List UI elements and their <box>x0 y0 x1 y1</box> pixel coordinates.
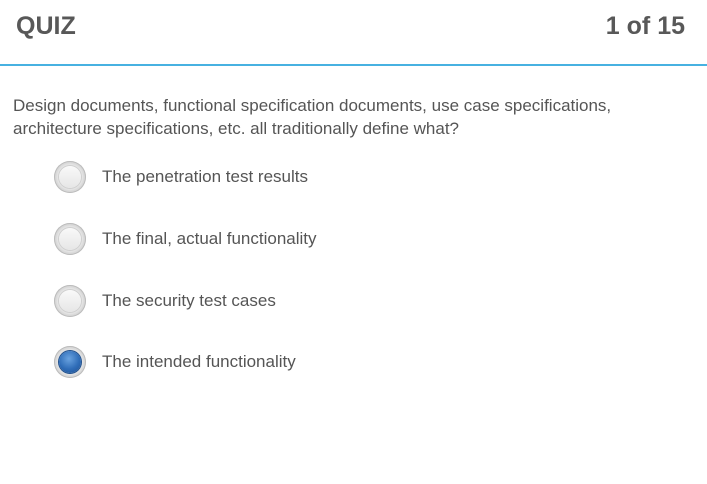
radio-button-3[interactable] <box>54 285 86 317</box>
quiz-title: QUIZ <box>16 12 76 40</box>
choice-option-3[interactable]: The security test cases <box>54 284 654 318</box>
choice-option-2[interactable]: The final, actual functionality <box>54 222 654 256</box>
choice-label-1[interactable]: The penetration test results <box>102 167 308 187</box>
choice-option-1[interactable]: The penetration test results <box>54 160 654 194</box>
choice-option-4[interactable]: The intended functionality <box>54 345 654 379</box>
choice-label-3[interactable]: The security test cases <box>102 291 276 311</box>
choice-label-4[interactable]: The intended functionality <box>102 352 296 372</box>
question-progress: 1 of 15 <box>605 12 685 40</box>
radio-button-2[interactable] <box>54 223 86 255</box>
radio-button-1[interactable] <box>54 161 86 193</box>
radio-button-4[interactable] <box>54 346 86 378</box>
quiz-header: QUIZ 1 of 15 <box>0 0 707 66</box>
choice-label-2[interactable]: The final, actual functionality <box>102 229 317 249</box>
question-text: Design documents, functional specificati… <box>13 96 612 138</box>
